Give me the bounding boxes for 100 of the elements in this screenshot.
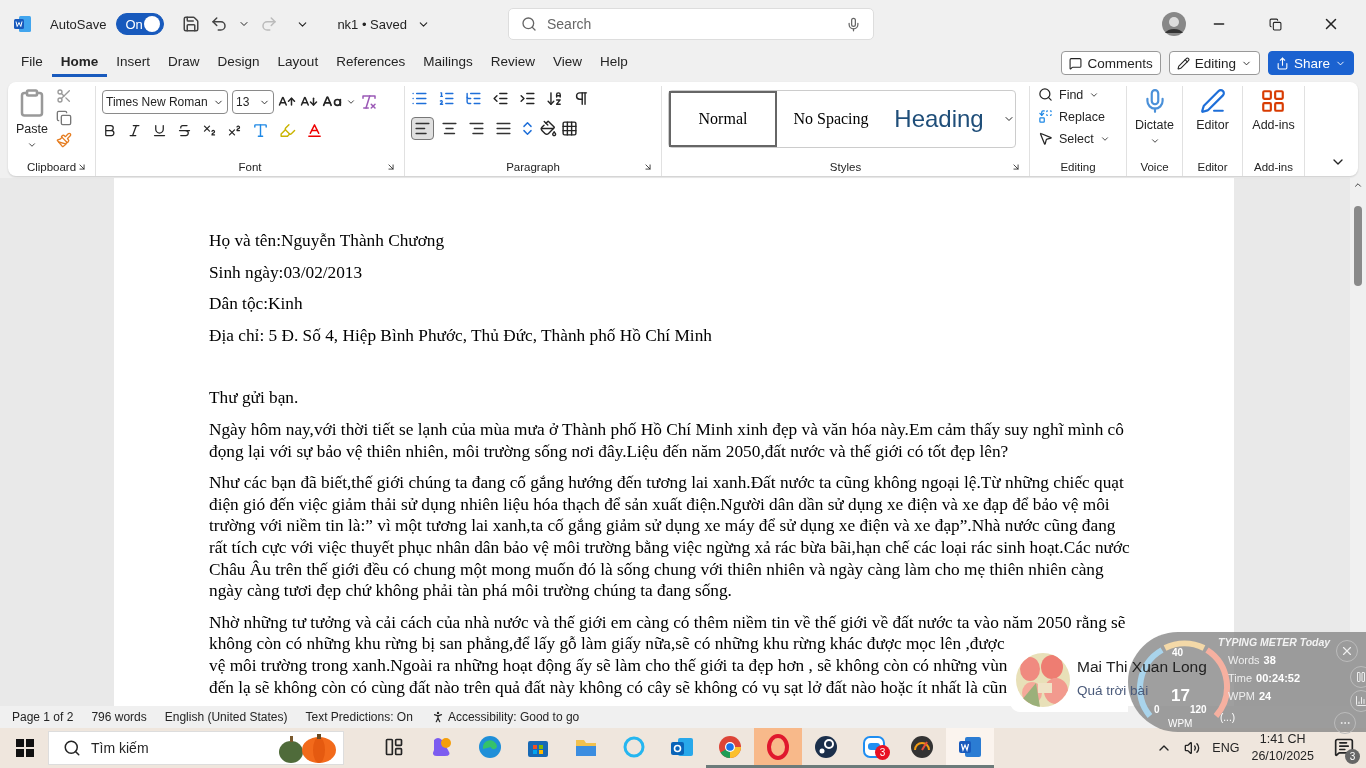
ribbon-tab[interactable]: Layout — [268, 49, 328, 77]
save-icon[interactable] — [182, 15, 201, 33]
group-label: Styles — [668, 158, 1023, 176]
ribbon-tab[interactable]: Design — [208, 49, 269, 77]
decrease-indent-icon[interactable] — [492, 90, 509, 107]
style-option[interactable]: Normal — [669, 91, 777, 147]
document-text-line: không còn có những khu rừng bị san phẳng,để lấy gỗ làm giấy nữa,sẽ có những khu rừng khác được mọc lên ,được — [209, 633, 1005, 655]
search-field[interactable]: Search — [508, 8, 874, 40]
notification-badge: 3 — [875, 745, 890, 760]
restore-icon[interactable] — [1268, 17, 1282, 31]
paste-button[interactable]: Paste — [14, 86, 50, 158]
group-label: Clipboard — [14, 158, 89, 176]
sort-icon[interactable] — [546, 90, 563, 107]
dictate-button[interactable]: Dictate — [1133, 86, 1176, 158]
ribbon-tab[interactable]: Draw — [159, 49, 209, 77]
scrollbar-thumb[interactable] — [1354, 206, 1362, 286]
italic-icon[interactable] — [127, 123, 142, 138]
gauge-unit: WPM — [1168, 718, 1193, 729]
underline-icon[interactable] — [152, 123, 167, 138]
document-text-line: Nhờ những tư tưởng và cải cách của nhà nước và thế giới em càng có thêm niềm tin về thế giới về đất nước ta vào năm 2050 rằng sẽ — [209, 611, 1126, 634]
gauge-tick-label: 120 — [1190, 704, 1207, 715]
font-name-field[interactable]: Times New Roman — [102, 90, 228, 114]
format-painter-icon[interactable] — [55, 132, 72, 148]
group-label: Font — [102, 158, 398, 176]
language-indicator[interactable]: ENG — [1212, 741, 1240, 755]
start-icon[interactable] — [16, 739, 34, 757]
align-icon — [468, 120, 485, 137]
browser-circle-icon[interactable] — [717, 733, 743, 760]
subscript-icon[interactable] — [202, 123, 217, 138]
autosave-toggle[interactable]: On — [116, 13, 165, 35]
dialog-launcher-icon[interactable] — [1011, 162, 1021, 172]
multilevel-list-icon[interactable] — [465, 90, 482, 107]
borders-icon[interactable] — [561, 120, 578, 137]
text-effects-icon[interactable] — [252, 122, 269, 139]
game-app-icon[interactable] — [813, 733, 839, 760]
superscript-icon[interactable] — [227, 123, 242, 138]
ribbon-tab[interactable]: References — [327, 49, 415, 77]
dialog-launcher-icon[interactable] — [386, 162, 396, 172]
dialog-launcher-icon[interactable] — [77, 162, 87, 172]
ribbon-tab[interactable]: View — [544, 49, 591, 77]
add-ins-button[interactable]: Add-ins — [1250, 86, 1297, 158]
font-color-icon[interactable] — [306, 122, 323, 139]
grid-icon — [1260, 88, 1287, 114]
comments-button[interactable]: Comments — [1061, 51, 1161, 75]
undo-icon[interactable] — [210, 15, 229, 33]
editor-button[interactable]: Editor — [1194, 86, 1231, 158]
notification-count: 3 — [1345, 748, 1360, 764]
pilcrow-icon[interactable] — [573, 90, 590, 107]
scroll-up-icon[interactable] — [1353, 180, 1363, 190]
find-button[interactable]: Find — [1036, 86, 1112, 103]
status-item[interactable]: Accessibility: Good to go — [430, 710, 580, 724]
volume-icon[interactable] — [1184, 740, 1201, 756]
clock[interactable]: 1:41 CH 26/10/2025 — [1251, 731, 1314, 765]
ribbon-tab[interactable]: File — [12, 49, 52, 77]
gauge-tick-label: 0 — [1154, 704, 1160, 715]
bullets-icon[interactable] — [411, 90, 428, 107]
editing-mode-button[interactable]: Editing — [1168, 51, 1260, 75]
font-size-field[interactable]: 13 — [232, 90, 274, 114]
caret-icon[interactable] — [27, 140, 37, 150]
status-item[interactable]: Text Predictions: On — [305, 710, 413, 724]
ribbon-tab[interactable]: Insert — [107, 49, 160, 77]
app-logo-icon[interactable] — [14, 15, 32, 33]
ribbon-tab[interactable]: Home — [51, 49, 108, 77]
microphone-icon[interactable] — [846, 16, 861, 32]
bold-icon[interactable] — [102, 123, 117, 138]
ribbon-tab[interactable]: Mailings — [414, 49, 482, 77]
shading-icon[interactable] — [540, 120, 557, 137]
numbering-icon[interactable] — [438, 90, 455, 107]
gauge-tick-label: 40 — [1172, 647, 1184, 658]
avatar-icon[interactable] — [1162, 12, 1186, 36]
status-item[interactable]: Page 1 of 2 — [12, 710, 74, 724]
caret-icon[interactable] — [346, 97, 356, 107]
caret-icon[interactable] — [1149, 136, 1160, 146]
align-button[interactable] — [411, 117, 434, 140]
speedometer-icon[interactable] — [909, 733, 935, 760]
pen-icon — [1199, 88, 1226, 114]
document-text: Họ và tên:Nguyễn Thành Chương — [209, 230, 446, 252]
taskbar-app[interactable] — [946, 728, 994, 768]
ribbon-tab[interactable]: Review — [481, 49, 544, 77]
increase-indent-icon[interactable] — [519, 90, 536, 107]
select-button[interactable]: Select — [1036, 130, 1112, 147]
browser-wave-icon[interactable] — [477, 733, 503, 760]
status-item[interactable]: English (United States) — [164, 710, 288, 724]
browser-ring-icon[interactable] — [765, 733, 791, 760]
copy-icon[interactable] — [55, 110, 72, 126]
cut-icon[interactable] — [55, 88, 72, 104]
dialog-launcher-icon[interactable] — [643, 162, 653, 172]
group-label: Add-ins — [1253, 160, 1294, 175]
share-button[interactable]: Share — [1267, 51, 1354, 75]
taskbar-app[interactable]: 3 — [850, 728, 898, 768]
document-title[interactable]: nk1 • Saved — [337, 16, 407, 32]
clear-formatting-icon[interactable] — [360, 93, 378, 111]
meter-stat: Time 00:24:52 — [1228, 672, 1301, 684]
ribbon-tab[interactable]: Help — [591, 49, 637, 77]
replace-button[interactable]: Replace — [1036, 108, 1112, 125]
strikethrough-icon[interactable] — [177, 123, 192, 138]
pointer-icon — [1038, 131, 1053, 146]
task-view-icon[interactable] — [384, 736, 404, 757]
taskbar-search-field[interactable]: Tìm kiếm — [48, 731, 344, 765]
status-item[interactable]: 796 words — [91, 710, 147, 724]
